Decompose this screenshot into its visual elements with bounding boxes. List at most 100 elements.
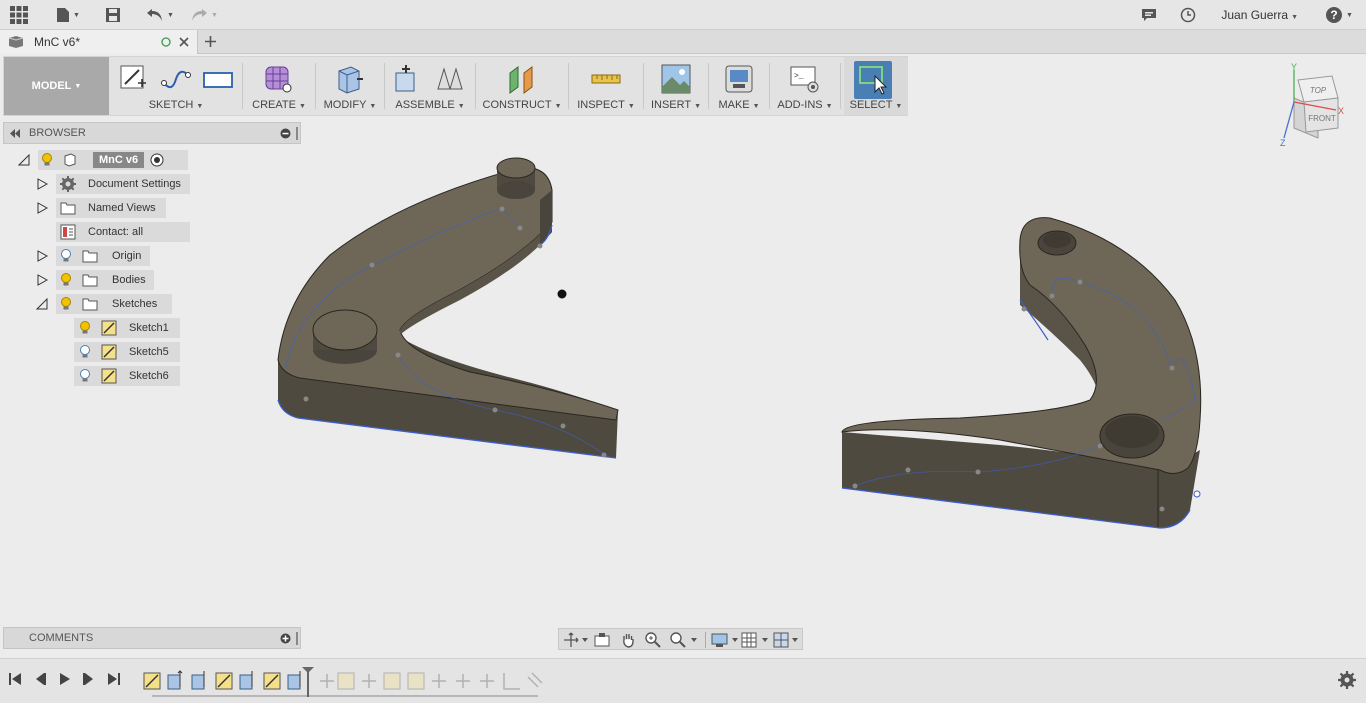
create-menu[interactable]: CREATE ▼ [246,99,312,111]
3d-print-icon[interactable] [723,63,755,95]
display-settings-icon[interactable] [711,632,739,648]
go-to-start-icon[interactable] [8,672,22,686]
sketch5-node[interactable]: Sketch5 [74,342,180,362]
expanded-toggle-icon[interactable] [36,298,48,310]
undo-icon[interactable]: ▼ [143,5,177,25]
fit-zoom-icon[interactable] [670,632,698,648]
workspace-switcher[interactable]: MODEL ▼ [4,57,109,115]
timeline-feature-sketch[interactable] [143,672,161,690]
panel-grip[interactable] [296,127,298,140]
sketch-group[interactable]: SKETCH ▼ [112,57,240,115]
new-component-icon[interactable] [392,63,424,95]
visibility-bulb-icon[interactable] [60,297,72,311]
close-icon[interactable] [179,37,189,47]
timeline-feature-sketch[interactable] [263,672,281,690]
select-menu[interactable]: SELECT ▼ [844,99,908,111]
sketches-node[interactable]: Sketches [56,294,172,314]
job-status-icon[interactable] [1178,5,1198,25]
visibility-bulb-off-icon[interactable] [79,345,91,359]
timeline-feature-extrude[interactable] [239,671,253,690]
addins-group[interactable]: >_ ADD-INS ▼ [773,57,837,115]
notifications-icon[interactable] [1139,5,1159,25]
insert-menu[interactable]: INSERT ▼ [647,99,705,111]
pan-hand-icon[interactable] [620,632,636,648]
view-cube-top[interactable]: TOP [1310,86,1327,95]
view-cube-front[interactable]: FRONT [1308,114,1336,123]
offset-plane-icon[interactable] [506,63,538,95]
new-tab-icon[interactable] [204,35,217,48]
step-forward-icon[interactable] [82,672,96,686]
timeline-marker[interactable] [302,667,314,697]
scripts-addins-icon[interactable]: >_ [789,63,821,95]
timeline-feature-extrude[interactable] [287,671,301,690]
timeline-feature-sketch[interactable] [215,672,233,690]
timeline-features[interactable] [140,665,550,699]
joint-icon[interactable] [434,63,466,95]
add-comment-icon[interactable] [280,633,291,644]
collapsed-toggle-icon[interactable] [36,250,48,262]
panel-grip[interactable] [296,632,298,645]
assemble-group[interactable]: ASSEMBLE ▼ [388,57,472,115]
make-group[interactable]: MAKE ▼ [712,57,766,115]
named-views-node[interactable]: Named Views [56,198,166,218]
spline-icon[interactable] [160,63,192,95]
view-cube[interactable]: TOP FRONT Y X Z [1278,58,1358,148]
help-icon[interactable]: ? ▼ [1323,5,1355,25]
comments-panel-header[interactable]: COMMENTS [3,627,301,649]
file-menu-icon[interactable]: ▼ [54,5,82,25]
create-sketch-icon[interactable] [118,63,150,95]
play-icon[interactable] [58,672,72,686]
sketch6-node[interactable]: Sketch6 [74,366,180,386]
app-grid-icon[interactable] [8,5,30,25]
contact-node[interactable]: Contact: all [56,222,190,242]
minimize-icon[interactable] [280,128,291,139]
sketch-menu[interactable]: SKETCH ▼ [112,99,240,111]
addins-menu[interactable]: ADD-INS ▼ [773,99,837,111]
modify-group[interactable]: MODIFY ▼ [319,57,381,115]
expanded-toggle-icon[interactable] [18,154,30,166]
visibility-bulb-icon[interactable] [41,153,53,167]
tab-document[interactable]: MnC v6* [0,30,198,54]
bodies-node[interactable]: Bodies [56,270,154,290]
origin-node[interactable]: Origin [56,246,150,266]
root-component[interactable]: MnC v6 [38,150,188,170]
collapsed-toggle-icon[interactable] [36,178,48,190]
user-menu[interactable]: Juan Guerra ▼ [1221,8,1298,22]
viewports-icon[interactable] [773,632,801,648]
redo-icon[interactable]: ▼ [187,5,221,25]
collapse-panel-icon[interactable] [9,129,21,138]
go-to-end-icon[interactable] [107,672,121,686]
construct-group[interactable]: CONSTRUCT ▼ [479,57,565,115]
activate-radio-icon[interactable] [150,153,164,167]
document-settings-node[interactable]: Document Settings [56,174,190,194]
press-pull-icon[interactable] [333,63,365,95]
timeline-feature-extrude[interactable] [167,670,183,690]
timeline-suppressed-features[interactable] [320,672,543,690]
assemble-menu[interactable]: ASSEMBLE ▼ [388,99,472,111]
measure-icon[interactable] [590,63,622,95]
timeline-feature-extrude[interactable] [191,671,205,690]
orbit-icon[interactable] [563,632,589,648]
collapsed-toggle-icon[interactable] [36,202,48,214]
inspect-group[interactable]: INSPECT ▼ [572,57,640,115]
browser-panel-header[interactable]: BROWSER [3,122,301,144]
step-back-icon[interactable] [33,672,47,686]
select-group[interactable]: SELECT ▼ [844,57,908,115]
modify-menu[interactable]: MODIFY ▼ [319,99,381,111]
visibility-bulb-icon[interactable] [79,321,91,335]
select-icon[interactable] [857,64,889,96]
insert-group[interactable]: INSERT ▼ [647,57,705,115]
collapsed-toggle-icon[interactable] [36,274,48,286]
rectangle-icon[interactable] [202,63,234,95]
zoom-icon[interactable] [645,632,661,648]
construct-menu[interactable]: CONSTRUCT ▼ [479,99,565,111]
grid-settings-icon[interactable] [741,632,769,648]
sketch1-node[interactable]: Sketch1 [74,318,180,338]
look-at-icon[interactable] [594,632,610,648]
visibility-bulb-off-icon[interactable] [79,369,91,383]
visibility-bulb-icon[interactable] [60,273,72,287]
make-menu[interactable]: MAKE ▼ [712,99,766,111]
create-form-icon[interactable] [262,63,294,95]
insert-image-icon[interactable] [660,63,692,95]
timeline-settings-gear-icon[interactable] [1338,671,1356,689]
